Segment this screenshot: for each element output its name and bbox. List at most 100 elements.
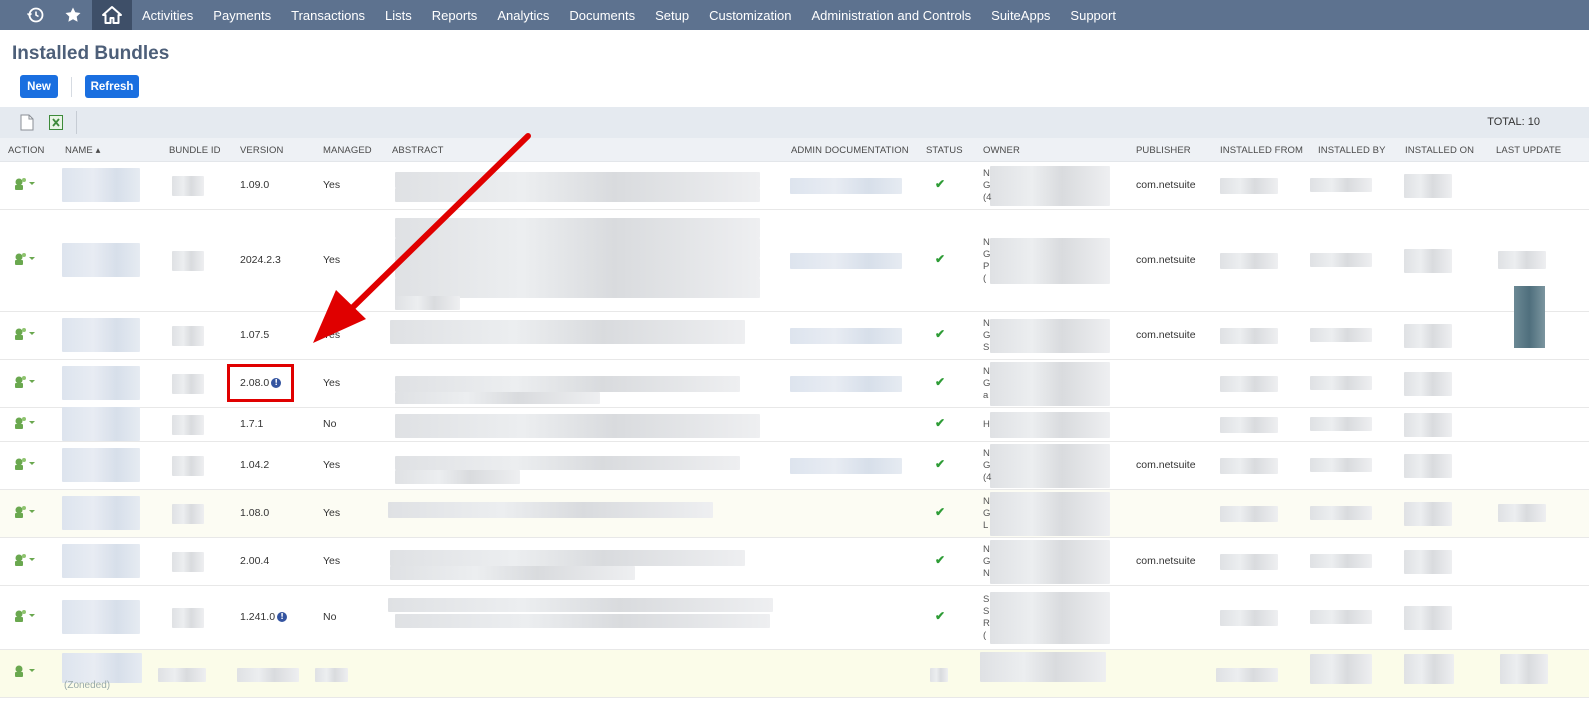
col-installed-from[interactable]: INSTALLED FROM xyxy=(1220,145,1303,156)
redacted-admin-doc-link[interactable] xyxy=(790,376,902,392)
status-check-icon: ✔ xyxy=(935,457,946,471)
redacted-abstract xyxy=(395,188,760,202)
redacted-name[interactable] xyxy=(62,366,140,400)
row-footer-text: (Zoneded) xyxy=(64,680,111,691)
nav-suiteapps[interactable]: SuiteApps xyxy=(981,8,1060,23)
redacted-bundle-id xyxy=(172,374,204,394)
page-title: Installed Bundles xyxy=(12,43,170,64)
owner-initial: G xyxy=(983,460,991,471)
action-menu-icon[interactable] xyxy=(13,609,37,623)
redacted-owner xyxy=(990,412,1110,438)
redacted-name[interactable] xyxy=(62,407,140,441)
redacted-name[interactable] xyxy=(62,496,140,530)
favorites-star-icon[interactable] xyxy=(54,0,92,30)
new-button[interactable]: New xyxy=(20,75,58,98)
redacted-abstract xyxy=(395,172,760,188)
col-installed-on[interactable]: INSTALLED ON xyxy=(1405,145,1474,156)
col-status[interactable]: STATUS xyxy=(926,145,963,156)
owner-initial: G xyxy=(983,556,991,567)
status-check-icon: ✔ xyxy=(935,553,946,567)
action-menu-icon[interactable] xyxy=(13,177,37,191)
owner-initial: L xyxy=(983,520,989,531)
owner-initial: S xyxy=(983,342,990,353)
redacted-abstract xyxy=(395,278,760,298)
owner-initial: G xyxy=(983,249,991,260)
action-menu-icon[interactable] xyxy=(13,375,37,389)
redacted-name[interactable] xyxy=(62,318,140,352)
redacted-bundle-id xyxy=(172,552,204,572)
col-managed[interactable]: MANAGED xyxy=(323,145,372,156)
col-abstract[interactable]: ABSTRACT xyxy=(392,145,443,156)
action-menu-icon[interactable] xyxy=(13,252,37,266)
col-bundle-id[interactable]: BUNDLE ID xyxy=(169,145,221,156)
col-owner[interactable]: OWNER xyxy=(983,145,1020,156)
action-menu-icon[interactable] xyxy=(13,327,37,341)
home-icon[interactable] xyxy=(92,0,132,30)
redacted-installed-by xyxy=(1310,610,1372,624)
redacted-owner xyxy=(980,652,1106,682)
redacted-abstract xyxy=(395,238,760,258)
redacted-abstract xyxy=(395,614,770,628)
col-publisher[interactable]: PUBLISHER xyxy=(1136,145,1191,156)
redacted-bundle-id xyxy=(172,176,204,196)
redacted-admin-doc-link[interactable] xyxy=(790,253,902,269)
col-installed-by[interactable]: INSTALLED BY xyxy=(1318,145,1386,156)
refresh-button[interactable]: Refresh xyxy=(85,75,139,98)
redacted-installed-by xyxy=(1310,417,1372,431)
redacted-installed-by xyxy=(1310,506,1372,520)
managed-value: Yes xyxy=(323,254,341,266)
redacted-bundle-id xyxy=(172,504,204,524)
publisher-value: com.netsuite xyxy=(1136,254,1196,266)
col-name[interactable]: NAME ▴ xyxy=(65,145,100,156)
action-menu-icon[interactable] xyxy=(13,505,37,519)
export-excel-icon[interactable] xyxy=(48,114,64,131)
redacted-installed-on xyxy=(1404,249,1452,273)
redacted-name[interactable] xyxy=(62,168,140,202)
redacted-name[interactable] xyxy=(62,448,140,482)
nav-support[interactable]: Support xyxy=(1060,8,1126,23)
redacted-installed-on xyxy=(1404,654,1454,684)
action-menu-icon[interactable] xyxy=(13,664,37,678)
managed-value: Yes xyxy=(323,459,341,471)
owner-initial: N xyxy=(983,568,990,579)
redacted-abstract xyxy=(390,566,635,580)
table-header: ACTION NAME ▴ BUNDLE ID VERSION MANAGED … xyxy=(0,138,1589,162)
nav-analytics[interactable]: Analytics xyxy=(487,8,559,23)
nav-reports[interactable]: Reports xyxy=(422,8,488,23)
version-value: 2024.2.3 xyxy=(240,254,281,266)
status-check-icon: ✔ xyxy=(935,327,946,341)
redacted-name[interactable] xyxy=(62,544,140,578)
redacted-admin-doc-link[interactable] xyxy=(790,178,902,194)
redacted-admin-doc-link[interactable] xyxy=(790,458,902,474)
nav-documents[interactable]: Documents xyxy=(559,8,645,23)
info-icon[interactable]: ! xyxy=(277,612,288,623)
action-menu-icon[interactable] xyxy=(13,416,37,430)
version-value: 1.08.0 xyxy=(240,507,270,519)
nav-administration-and-controls[interactable]: Administration and Controls xyxy=(801,8,981,23)
col-version[interactable]: VERSION xyxy=(240,145,283,156)
nav-activities[interactable]: Activities xyxy=(132,8,203,23)
redacted-installed-on xyxy=(1404,372,1452,396)
recent-records-icon[interactable] xyxy=(16,0,54,30)
action-menu-icon[interactable] xyxy=(13,457,37,471)
nav-transactions[interactable]: Transactions xyxy=(281,8,375,23)
owner-initial: N xyxy=(983,366,990,377)
col-last-update[interactable]: LAST UPDATE xyxy=(1496,145,1561,156)
list-toolbar: TOTAL: 10 xyxy=(0,107,1589,138)
total-count: TOTAL: 10 xyxy=(1487,116,1540,128)
nav-payments[interactable]: Payments xyxy=(203,8,281,23)
owner-initial: N xyxy=(983,318,990,329)
redacted-name[interactable] xyxy=(62,243,140,277)
nav-customization[interactable]: Customization xyxy=(699,8,801,23)
redacted-owner xyxy=(990,540,1110,584)
col-admin-documentation[interactable]: ADMIN DOCUMENTATION xyxy=(791,145,909,156)
action-menu-icon[interactable] xyxy=(13,553,37,567)
nav-setup[interactable]: Setup xyxy=(645,8,699,23)
redacted-owner xyxy=(990,362,1110,406)
nav-lists[interactable]: Lists xyxy=(375,8,422,23)
redacted-admin-doc-link[interactable] xyxy=(790,328,902,344)
publisher-value: com.netsuite xyxy=(1136,179,1196,191)
export-pdf-icon[interactable] xyxy=(19,114,35,131)
owner-initial: P xyxy=(983,261,990,272)
redacted-name[interactable] xyxy=(62,600,140,634)
